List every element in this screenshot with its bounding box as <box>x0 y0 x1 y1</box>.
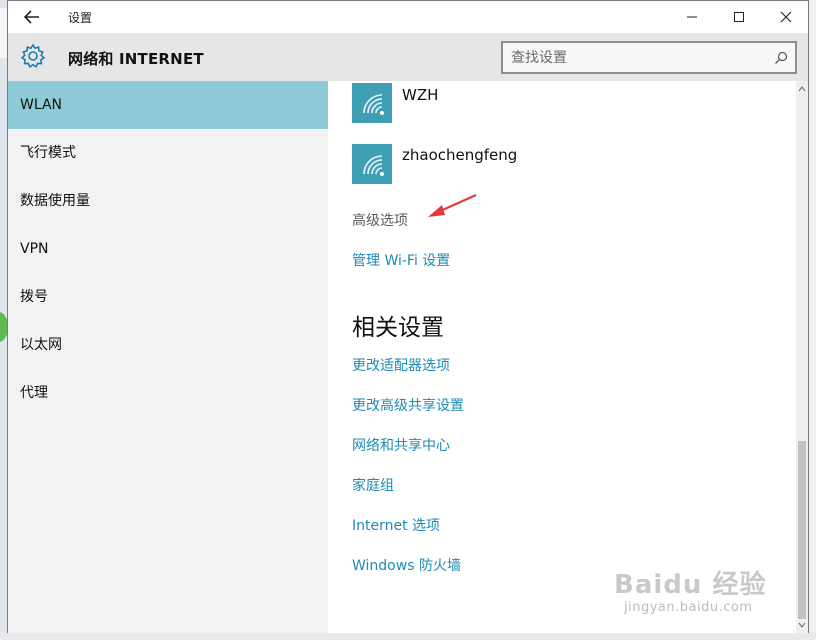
scroll-up-icon[interactable] <box>798 85 806 93</box>
sidebar-item-airplane-mode[interactable]: 飞行模式 <box>8 129 328 177</box>
desktop-background-bottom <box>0 632 816 640</box>
sidebar-item-ethernet[interactable]: 以太网 <box>8 321 328 369</box>
watermark-text: Baidu 经验 <box>614 570 767 600</box>
sidebar-item-proxy[interactable]: 代理 <box>8 369 328 417</box>
maximize-button[interactable] <box>721 5 757 29</box>
change-adapter-options-link[interactable]: 更改适配器选项 <box>352 355 450 375</box>
wifi-network-tile[interactable] <box>352 144 392 184</box>
network-sharing-center-link[interactable]: 网络和共享中心 <box>352 435 450 455</box>
title-bar: 设置 <box>8 1 808 33</box>
windows-firewall-link[interactable]: Windows 防火墙 <box>352 555 461 575</box>
watermark-url: jingyan.baidu.com <box>624 600 753 615</box>
close-button[interactable] <box>768 5 804 29</box>
advanced-options-label: 高级选项 <box>352 213 408 229</box>
main-content: WZH zhaochengfeng 高级选项 管理 Wi-Fi 设置 相关设置 … <box>328 81 808 633</box>
sidebar-item-vpn[interactable]: VPN <box>8 225 328 273</box>
related-settings-heading: 相关设置 <box>352 315 444 341</box>
scroll-down-icon[interactable] <box>798 621 806 629</box>
wifi-network-tile[interactable] <box>352 83 392 123</box>
window-title: 设置 <box>68 11 93 25</box>
internet-options-link[interactable]: Internet 选项 <box>352 515 440 535</box>
sidebar-item-data-usage[interactable]: 数据使用量 <box>8 177 328 225</box>
sidebar-item-wlan[interactable]: WLAN <box>8 81 328 129</box>
minimize-icon <box>687 16 697 18</box>
back-arrow-icon <box>23 10 39 24</box>
wifi-signal-icon <box>363 155 384 176</box>
search-box[interactable] <box>501 41 797 74</box>
manage-wifi-settings-link[interactable]: 管理 Wi-Fi 设置 <box>352 250 450 270</box>
maximize-icon <box>734 12 744 22</box>
baidu-watermark: Baidu 经验 jingyan.baidu.com <box>614 564 774 628</box>
gear-icon <box>20 43 46 69</box>
page-title: 网络和 INTERNET <box>68 50 204 68</box>
wifi-network-name[interactable]: WZH <box>402 86 438 104</box>
scrollbar-thumb[interactable] <box>798 441 806 619</box>
back-button[interactable] <box>20 7 44 27</box>
homegroup-link[interactable]: 家庭组 <box>352 475 394 495</box>
search-input[interactable] <box>511 48 761 68</box>
close-icon <box>780 11 792 23</box>
annotation-arrow <box>428 193 477 217</box>
sidebar: WLAN 飞行模式 数据使用量 VPN 拨号 以太网 代理 <box>8 81 328 633</box>
content-scrollbar[interactable] <box>796 81 808 633</box>
sidebar-item-dialup[interactable]: 拨号 <box>8 273 328 321</box>
desktop-background-right <box>808 0 816 640</box>
settings-window: 设置 网络和 INTERNET 查找设置 WLAN 飞行模式 数据使用量 VPN… <box>7 0 809 633</box>
minimize-button[interactable] <box>674 5 710 29</box>
settings-header: 网络和 INTERNET <box>8 33 808 81</box>
wifi-network-name[interactable]: zhaochengfeng <box>402 146 517 164</box>
wifi-signal-icon <box>363 94 384 115</box>
search-icon[interactable] <box>773 50 789 66</box>
change-advanced-sharing-link[interactable]: 更改高级共享设置 <box>352 395 464 415</box>
